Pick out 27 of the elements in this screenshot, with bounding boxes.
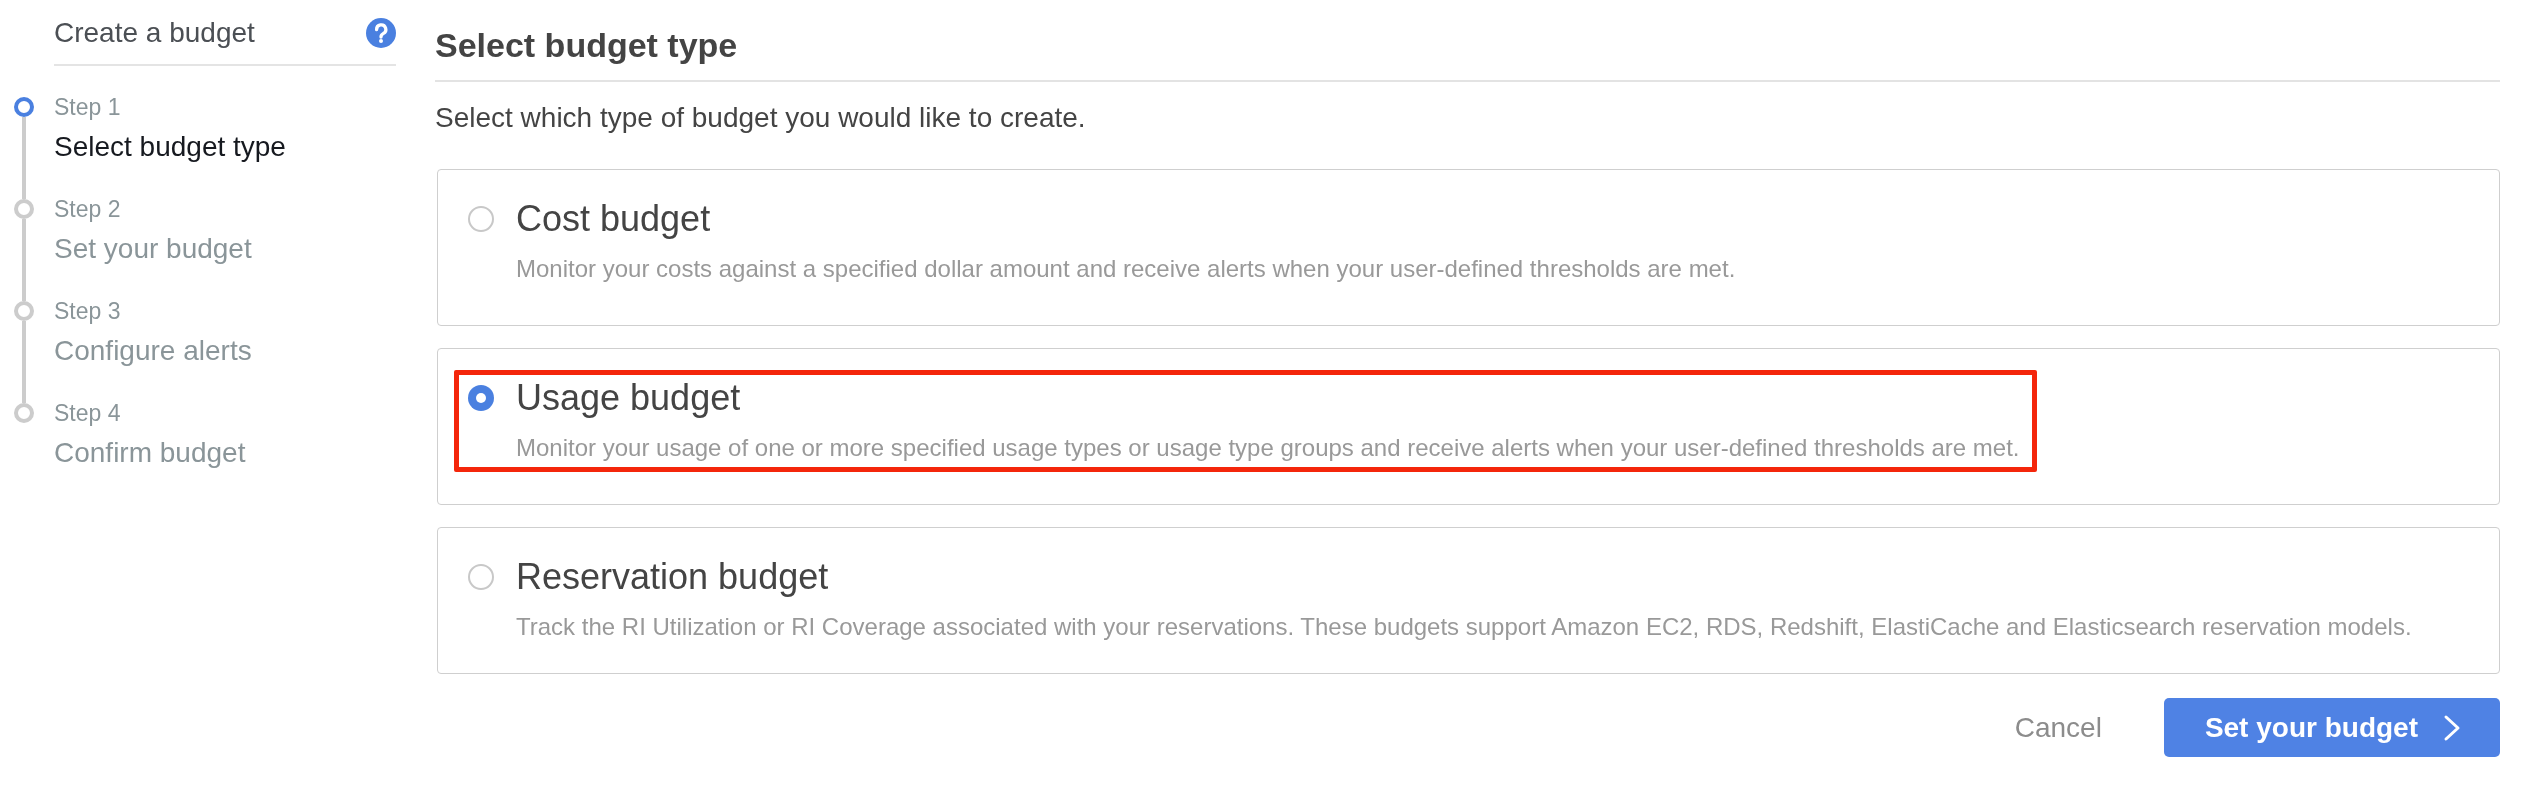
step-label: Step 1 <box>54 93 122 122</box>
option-title: Cost budget <box>516 199 711 239</box>
chevron-right-icon <box>2443 713 2461 742</box>
budget-type-card[interactable]: Cost budget Monitor your costs against a specified dollar amount and receive alerts when your user-defined thresholds are met. <box>437 169 2500 326</box>
option-title: Reservation budget <box>516 557 829 597</box>
primary-button[interactable]: Set your budget <box>2163 698 2500 757</box>
radio-button[interactable] <box>468 206 494 232</box>
cancel-button[interactable]: Cancel <box>1988 698 2128 757</box>
option-title: Usage budget <box>516 378 741 418</box>
budget-type-card[interactable]: Usage budget Monitor your usage of one or more specified usage types or usage type groups and receive alerts when your user-defined thresholds are met. <box>437 348 2500 505</box>
option-description: Track the RI Utilization or RI Coverage associated with your reservations. These budgets support Amazon EC2, RDS, Redshift, ElastiCache and Elasticsearch reservation models. <box>516 612 2412 642</box>
option-description: Monitor your usage of one or more specified usage types or usage type groups and receive alerts when your user-defined thresholds are met. <box>516 433 2020 463</box>
step-label: Step 4 <box>54 399 122 428</box>
budget-type-card[interactable]: Reservation budget Track the RI Utilization or RI Coverage associated with your reservations. These budgets support Amazon EC2, RDS, Redshift, ElastiCache and Elasticsearch reservation models. <box>437 527 2500 674</box>
step-title[interactable]: Configure alerts <box>54 333 252 369</box>
step-label: Step 2 <box>54 195 122 224</box>
radio-button[interactable] <box>468 564 494 590</box>
sidebar-title: Create a budget <box>54 16 255 50</box>
help-icon[interactable] <box>366 18 396 48</box>
step-title[interactable]: Select budget type <box>54 129 286 165</box>
step-title[interactable]: Set your budget <box>54 231 252 267</box>
step-label: Step 3 <box>54 297 122 326</box>
radio-button[interactable] <box>468 385 494 411</box>
step-title[interactable]: Confirm budget <box>54 435 246 471</box>
option-description: Monitor your costs against a specified dollar amount and receive alerts when your user-defined thresholds are met. <box>516 254 1736 284</box>
instruction-text: Select which type of budget you would like to create. <box>435 101 1087 135</box>
page-heading: Select budget type <box>435 25 2500 82</box>
